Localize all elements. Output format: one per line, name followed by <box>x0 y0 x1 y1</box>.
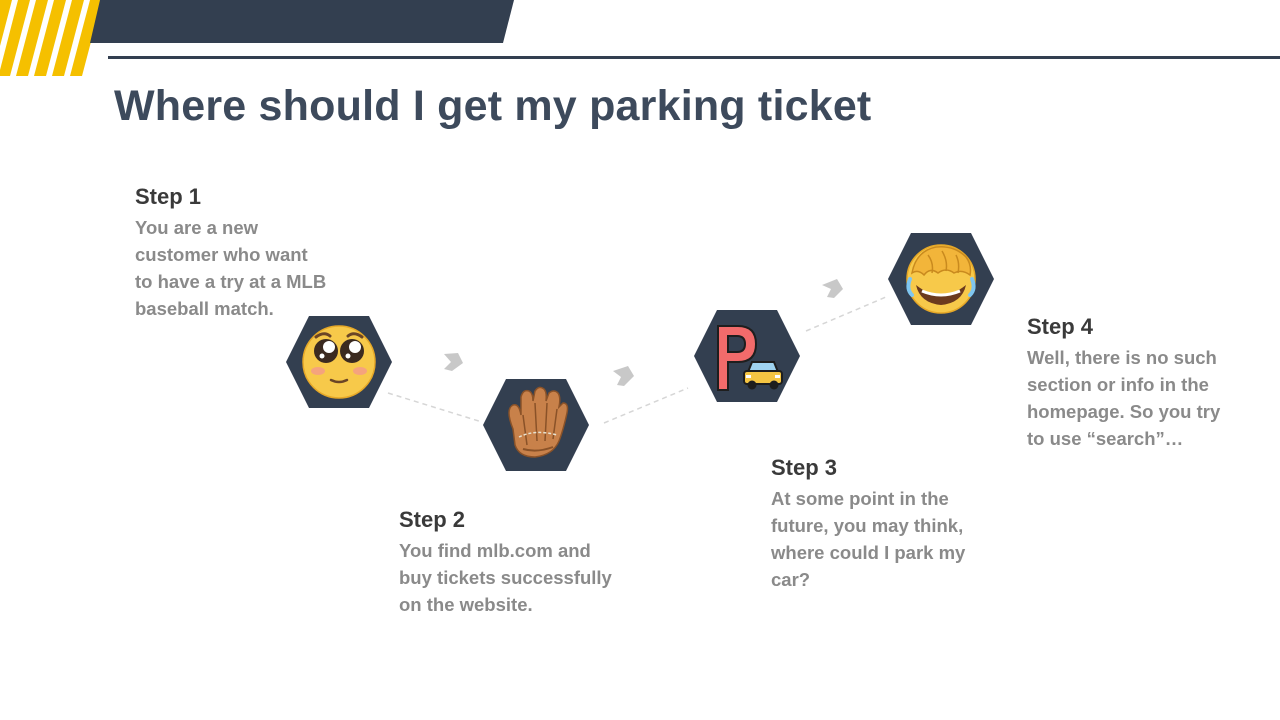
step-1: Step 1 You are a new customer who want t… <box>135 184 355 322</box>
step-3-line: At some point in the <box>771 488 949 509</box>
step-3-line: future, you may think, <box>771 515 964 536</box>
step-4-heading: Step 4 <box>1027 314 1094 339</box>
step-2-description: You find mlb.com and buy tickets success… <box>399 537 639 618</box>
step-4-hexagon <box>888 233 994 325</box>
step-1-hexagon <box>286 316 392 408</box>
step-3-line: car? <box>771 569 811 590</box>
step-3-description: At some point in the future, you may thi… <box>771 485 1011 593</box>
step-4-description: Well, there is no such section or info i… <box>1027 344 1267 452</box>
step-2-heading: Step 2 <box>399 507 466 532</box>
step-2-hexagon <box>483 379 589 471</box>
step-2-line: buy tickets successfully <box>399 567 612 588</box>
step-2: Step 2 You find mlb.com and buy tickets … <box>399 507 639 618</box>
step-3: Step 3 At some point in the future, you … <box>771 455 1011 593</box>
step-4: Step 4 Well, there is no such section or… <box>1027 314 1267 452</box>
step-1-heading: Step 1 <box>135 184 202 209</box>
step-4-line: Well, there is no such <box>1027 347 1217 368</box>
pleading-face-icon <box>302 325 376 399</box>
step-2-line: on the website. <box>399 594 533 615</box>
step-1-line: You are a new <box>135 217 259 238</box>
step-4-line: to use “search”… <box>1027 428 1184 449</box>
step-3-line: where could I park my <box>771 542 966 563</box>
step-2-line: You find mlb.com and <box>399 540 591 561</box>
step-1-description: You are a new customer who want to have … <box>135 214 355 322</box>
step-4-line: section or info in the <box>1027 374 1209 395</box>
step-1-line: customer who want <box>135 244 308 265</box>
step-1-line: to have a try at a MLB <box>135 271 327 292</box>
step-3-heading: Step 3 <box>771 455 838 480</box>
step-4-line: homepage. So you try <box>1027 401 1221 422</box>
facepalm-laugh-icon <box>906 244 976 314</box>
chevron-right-icon <box>613 366 634 386</box>
chevron-right-icon <box>444 353 463 371</box>
chevron-right-icon <box>822 279 843 298</box>
step-3-hexagon <box>694 310 800 402</box>
